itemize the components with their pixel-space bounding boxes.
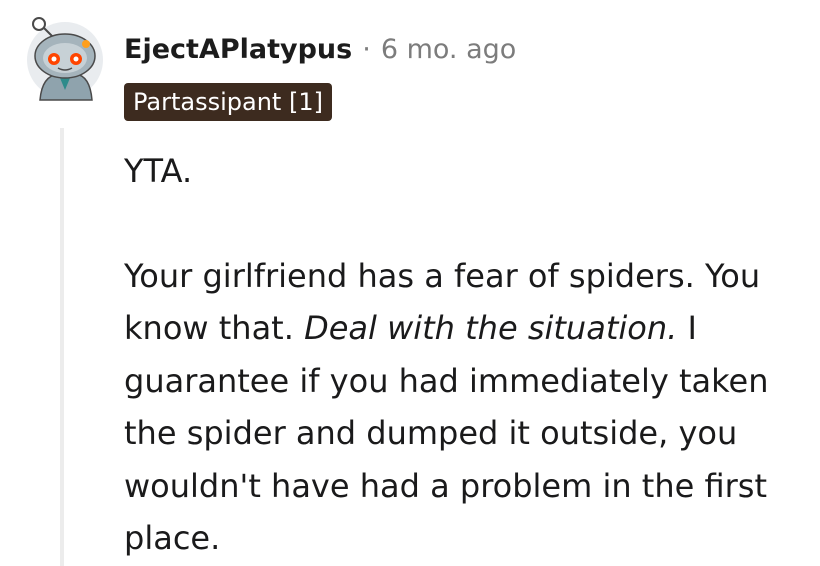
comment-paragraph: Your girlfriend has a fear of spiders. Y… xyxy=(124,250,796,565)
user-flair: Partassipant [1] xyxy=(124,83,332,121)
comment-paragraph: YTA. xyxy=(124,152,193,190)
comment-timestamp[interactable]: 6 mo. ago xyxy=(381,30,516,70)
username-link[interactable]: EjectAPlatypus xyxy=(124,30,352,70)
comment-body: YTA. Your girlfriend has a fear of spide… xyxy=(124,145,796,565)
user-avatar[interactable] xyxy=(26,14,104,106)
snoo-avatar-icon xyxy=(27,17,103,101)
meta-separator: · xyxy=(362,34,371,65)
comment-header: EjectAPlatypus · 6 mo. ago xyxy=(124,30,516,70)
thread-line[interactable] xyxy=(60,128,64,566)
emphasized-text: Deal with the situation. xyxy=(304,309,678,347)
